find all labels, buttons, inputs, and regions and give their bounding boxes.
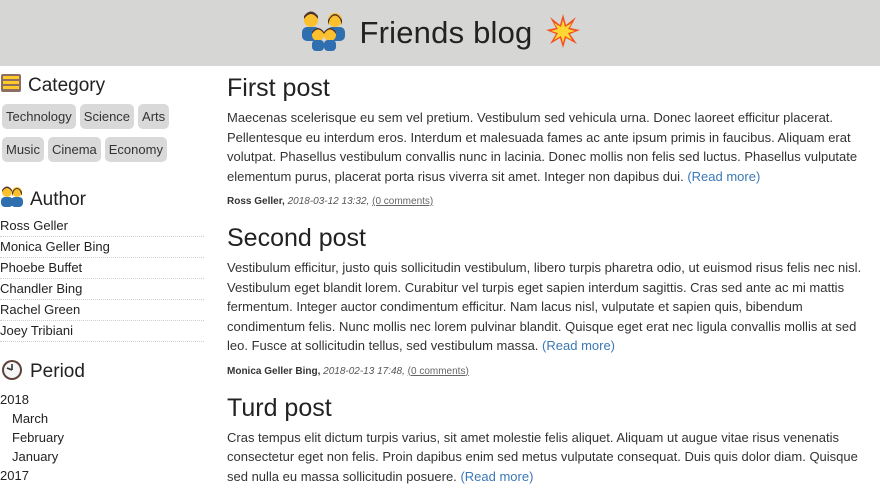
post-item: First post Maecenas scelerisque eu sem v… — [227, 70, 872, 216]
post-item: Second post Vestibulum efficitur, justo … — [227, 220, 872, 386]
post-excerpt: Maecenas scelerisque eu sem vel pretium.… — [227, 108, 872, 186]
family-emoji-icon — [300, 11, 348, 56]
card-index-icon — [0, 73, 22, 99]
tag-arts[interactable]: Arts — [138, 104, 170, 129]
period-month-february[interactable]: February — [0, 428, 204, 447]
read-more-link[interactable]: (Read more) — [687, 169, 760, 184]
post-excerpt: Cras tempus elit dictum turpis varius, s… — [227, 428, 872, 487]
comments-link[interactable]: (0 comments) — [408, 366, 469, 377]
tag-economy[interactable]: Economy — [104, 137, 167, 162]
post-title[interactable]: Second post — [227, 220, 872, 256]
author-item-ross-geller[interactable]: Ross Geller — [0, 216, 204, 237]
post-item: Turd post Cras tempus elit dictum turpis… — [227, 390, 872, 487]
period-list: 2018 March February January 2017 — [0, 390, 204, 485]
post-author[interactable]: Monica Geller Bing, — [227, 366, 320, 377]
post-list: First post Maecenas scelerisque eu sem v… — [227, 66, 872, 486]
tag-science[interactable]: Science — [79, 104, 135, 129]
period-title: Period — [30, 361, 85, 382]
author-item-chandler-bing[interactable]: Chandler Bing — [0, 279, 204, 300]
post-excerpt-text: Cras tempus elit dictum turpis varius, s… — [227, 429, 858, 484]
post-excerpt: Vestibulum efficitur, justo quis sollici… — [227, 258, 872, 356]
author-item-joey-tribiani[interactable]: Joey Tribiani — [0, 321, 204, 342]
post-date: 2018-02-13 17:48, — [323, 365, 405, 377]
period-year-2017[interactable]: 2017 — [0, 466, 204, 485]
category-heading: Category — [0, 70, 204, 102]
site-header: Friends blog — [0, 0, 880, 66]
author-item-rachel-green[interactable]: Rachel Green — [0, 300, 204, 321]
period-year-2018[interactable]: 2018 — [0, 390, 204, 409]
post-date: 2018-03-12 13:32, — [287, 196, 370, 207]
sidebar: Category Technology Science Arts Music C… — [0, 66, 204, 485]
period-month-january[interactable]: January — [0, 447, 204, 466]
people-emoji-icon — [0, 186, 24, 214]
post-excerpt-text: Maecenas scelerisque eu sem vel pretium.… — [227, 110, 858, 184]
author-item-monica-geller-bing[interactable]: Monica Geller Bing — [0, 237, 204, 258]
post-title[interactable]: First post — [227, 70, 872, 106]
category-title: Category — [28, 75, 106, 96]
collision-emoji-icon — [545, 13, 581, 54]
clock-icon — [0, 357, 24, 387]
author-item-phoebe-buffet[interactable]: Phoebe Buffet — [0, 258, 204, 279]
period-heading: Period — [0, 356, 204, 388]
author-title: Author — [30, 189, 86, 210]
category-tags: Technology Science Arts Music Cinema Eco… — [0, 104, 204, 170]
comments-link[interactable]: (0 comments) — [372, 196, 433, 207]
author-list: Ross Geller Monica Geller Bing Phoebe Bu… — [0, 216, 204, 342]
period-month-march[interactable]: March — [0, 409, 204, 428]
post-title[interactable]: Turd post — [227, 390, 872, 426]
post-meta: Ross Geller, 2018-03-12 13:32, (0 commen… — [227, 196, 872, 216]
read-more-link[interactable]: (Read more) — [542, 338, 615, 353]
tag-cinema[interactable]: Cinema — [47, 137, 101, 162]
tag-technology[interactable]: Technology — [2, 104, 76, 129]
author-heading: Author — [0, 184, 204, 216]
post-meta: Monica Geller Bing, 2018-02-13 17:48, (0… — [227, 366, 872, 386]
site-title: Friends blog — [359, 15, 533, 50]
tag-music[interactable]: Music — [2, 137, 44, 162]
read-more-link[interactable]: (Read more) — [460, 469, 533, 484]
post-author[interactable]: Ross Geller, — [227, 196, 285, 207]
